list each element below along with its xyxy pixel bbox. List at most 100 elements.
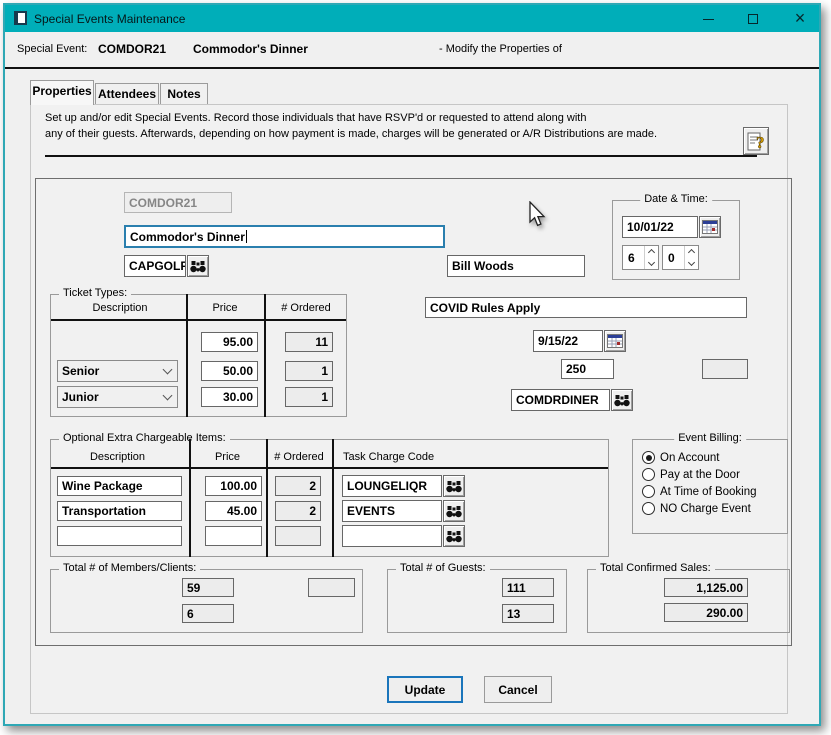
ticket-header-underline xyxy=(51,319,346,321)
special-event-label: Special Event: xyxy=(17,43,87,55)
update-button[interactable]: Update xyxy=(387,676,463,703)
task-charge-lookup-button[interactable] xyxy=(611,389,633,411)
extra-code-2[interactable]: EVENTS xyxy=(342,500,442,522)
minute-down-icon[interactable] xyxy=(685,258,698,270)
cancel-button[interactable]: Cancel xyxy=(484,676,552,703)
mouse-cursor xyxy=(528,201,547,229)
extra-desc-3[interactable] xyxy=(57,526,182,546)
radio-no-charge[interactable]: NO Charge Event xyxy=(642,502,751,515)
hour-spinner[interactable]: 6 xyxy=(622,245,659,270)
comment-field[interactable]: COVID Rules Apply xyxy=(425,297,747,318)
ticket-types-legend: Ticket Types: xyxy=(59,287,131,299)
calendar-icon xyxy=(607,334,623,348)
help-button[interactable]: ? xyxy=(743,127,769,155)
extra-price-3[interactable] xyxy=(205,526,262,546)
close-icon: × xyxy=(795,8,806,28)
special-event-name: Commodor's Dinner xyxy=(193,42,308,56)
radio-icon xyxy=(642,468,655,481)
declined-field xyxy=(308,578,355,597)
location-code-field[interactable]: CAPGOLF xyxy=(124,255,186,277)
ticket-junior-price[interactable]: 30.00 xyxy=(201,387,258,407)
ticket-hdr-ordered: # Ordered xyxy=(267,302,345,314)
header-strip: Special Event: COMDOR21 Commodor's Dinne… xyxy=(5,32,819,67)
text-caret xyxy=(246,230,247,243)
extra-ordered-3 xyxy=(275,526,321,546)
confirmed-to-attend-field: 13 xyxy=(502,604,554,623)
location-lookup-button[interactable] xyxy=(187,255,209,277)
extras-hdr-price: Price xyxy=(193,451,262,463)
modify-properties-text: - Modify the Properties of xyxy=(439,43,562,55)
radio-icon xyxy=(642,502,655,515)
extra-desc-1[interactable]: Wine Package xyxy=(57,476,182,496)
event-date-field[interactable]: 10/01/22 xyxy=(622,216,698,238)
chevron-down-icon xyxy=(163,365,173,375)
task-charge-field[interactable]: COMDRDINER xyxy=(511,389,610,411)
totals-members-legend: Total # of Members/Clients: xyxy=(59,562,200,574)
radio-on-account[interactable]: On Account xyxy=(642,451,719,464)
ticket-hdr-description: Description xyxy=(65,302,175,314)
binoculars-icon xyxy=(446,505,462,518)
radio-label: Pay at the Door xyxy=(660,469,740,481)
extra-code-3[interactable] xyxy=(342,525,442,547)
ticket-type-dropdown-junior[interactable]: Junior xyxy=(57,386,178,408)
intro-line-1: Set up and/or edit Special Events. Recor… xyxy=(45,112,586,124)
extra-price-1[interactable]: 100.00 xyxy=(205,476,262,496)
tab-notes[interactable]: Notes xyxy=(160,83,208,104)
attended-field xyxy=(702,359,748,379)
coordinator-field[interactable]: Bill Woods xyxy=(447,255,585,277)
hour-value[interactable]: 6 xyxy=(623,246,644,269)
confirmed-attendance-field: 6 xyxy=(182,604,234,623)
last-purchase-field[interactable]: 9/15/22 xyxy=(533,330,603,352)
dropdown-value: Junior xyxy=(62,390,99,404)
extras-col-divider-1 xyxy=(189,439,191,557)
hour-down-icon[interactable] xyxy=(645,258,658,270)
totals-guests-legend: Total # of Guests: xyxy=(396,562,490,574)
extra-ordered-2: 2 xyxy=(275,501,321,521)
event-code-field: COMDOR21 xyxy=(124,192,232,213)
extra-code-1[interactable]: LOUNGELIQR xyxy=(342,475,442,497)
ticket-col-divider-2 xyxy=(264,294,266,417)
title-bar[interactable]: Special Events Maintenance × xyxy=(5,5,819,32)
radio-time-of-booking[interactable]: At Time of Booking xyxy=(642,485,757,498)
ticket-senior-price[interactable]: 50.00 xyxy=(201,361,258,381)
event-billing-legend: Event Billing: xyxy=(674,432,746,444)
totals-sales-legend: Total Confirmed Sales: xyxy=(596,562,715,574)
extra-code-lookup-1[interactable] xyxy=(443,475,465,497)
title-name-value: Commodor's Dinner xyxy=(130,230,245,244)
hour-up-icon[interactable] xyxy=(645,246,658,258)
extras-legend: Optional Extra Chargeable Items: xyxy=(59,432,230,444)
extra-desc-2[interactable]: Transportation xyxy=(57,501,182,521)
dropdown-value: Senior xyxy=(62,364,99,378)
minute-up-icon[interactable] xyxy=(685,246,698,258)
minute-spinner[interactable]: 0 xyxy=(662,245,699,270)
radio-pay-at-door[interactable]: Pay at the Door xyxy=(642,468,740,481)
intro-separator xyxy=(45,155,757,157)
ticket-hdr-price: Price xyxy=(191,302,259,314)
potential-undecided-field: 111 xyxy=(502,578,554,597)
maximize-icon xyxy=(748,14,758,24)
extra-code-lookup-3[interactable] xyxy=(443,525,465,547)
tab-properties[interactable]: Properties xyxy=(30,80,94,105)
tab-attendees[interactable]: Attendees xyxy=(95,83,159,104)
extra-code-lookup-2[interactable] xyxy=(443,500,465,522)
binoculars-icon xyxy=(446,530,462,543)
minute-value[interactable]: 0 xyxy=(663,246,684,269)
event-date-calendar-button[interactable] xyxy=(699,216,721,238)
radio-label: NO Charge Event xyxy=(660,503,751,515)
ticket-type-dropdown-senior[interactable]: Senior xyxy=(57,360,178,382)
minimize-button[interactable] xyxy=(693,5,723,32)
ticket-col-divider-1 xyxy=(186,294,188,417)
special-event-code: COMDOR21 xyxy=(98,42,166,56)
window-icon xyxy=(14,11,27,25)
ticket-regular-price[interactable]: 95.00 xyxy=(201,332,258,352)
title-name-field[interactable]: Commodor's Dinner xyxy=(124,225,445,248)
last-purchase-calendar-button[interactable] xyxy=(604,330,626,352)
extra-price-2[interactable]: 45.00 xyxy=(205,501,262,521)
minimize-icon xyxy=(703,19,714,20)
special-events-window: Special Events Maintenance × Special Eve… xyxy=(3,3,821,726)
binoculars-icon xyxy=(190,260,206,273)
maximize-button[interactable] xyxy=(738,5,768,32)
max-guests-field[interactable]: 250 xyxy=(561,359,614,379)
close-button[interactable]: × xyxy=(785,5,815,32)
binoculars-icon xyxy=(446,480,462,493)
